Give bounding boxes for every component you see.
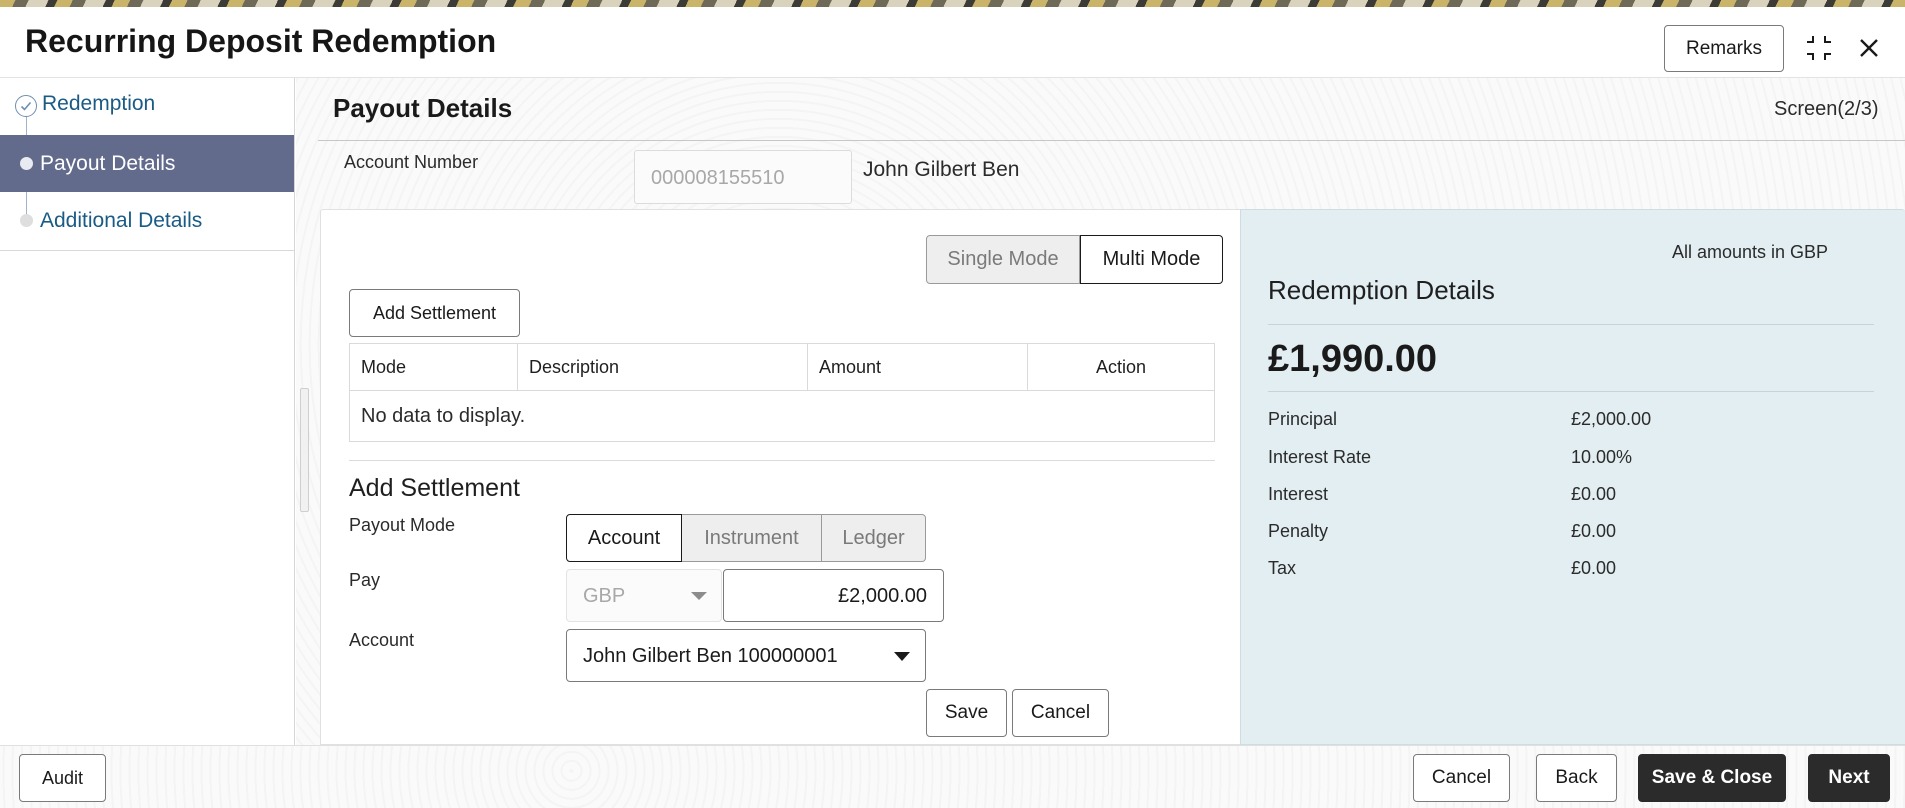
single-mode-option[interactable]: Single Mode <box>926 235 1080 284</box>
sidebar-divider <box>0 250 294 251</box>
interest-rate-label: Interest Rate <box>1268 447 1372 467</box>
table-empty-message: No data to display. <box>361 405 526 427</box>
redemption-details-title: Redemption Details <box>1268 275 1495 305</box>
account-number-field: 000008155510 <box>634 150 852 204</box>
payout-mode-instrument[interactable]: Instrument <box>682 514 822 562</box>
sidebar-step-additional-details[interactable]: Additional Details <box>0 192 294 249</box>
chevron-down-icon <box>894 652 910 661</box>
close-icon[interactable] <box>1852 31 1886 65</box>
penalty-value: £0.00 <box>1571 521 1617 541</box>
title-divider <box>318 140 1905 141</box>
account-select[interactable]: John Gilbert Ben 100000001 <box>566 629 926 682</box>
back-button[interactable]: Back <box>1536 754 1617 802</box>
currency-select[interactable]: GBP <box>566 569 722 622</box>
column-header-action: Action <box>1095 356 1147 377</box>
screen-indicator: Screen(2/3) <box>1774 98 1879 120</box>
pay-amount-input[interactable]: £2,000.00 <box>723 569 944 622</box>
sidebar-step-payout-details[interactable]: Payout Details <box>0 135 294 192</box>
redemption-total-amount: £1,990.00 <box>1268 338 1438 380</box>
chevron-down-icon <box>691 592 707 600</box>
table-header-row: Mode Description Amount Action <box>350 344 1214 391</box>
top-decorative-strip <box>0 0 1905 7</box>
currency-value: GBP <box>583 585 626 607</box>
save-and-close-button[interactable]: Save & Close <box>1638 754 1786 802</box>
interest-rate-value: 10.00% <box>1571 447 1633 467</box>
column-header-description[interactable]: Description <box>518 344 808 390</box>
settlement-mode-toggle: Single Mode Multi Mode <box>926 235 1223 284</box>
payout-mode-toggle: Account Instrument Ledger <box>566 514 926 562</box>
column-header-amount[interactable]: Amount <box>808 344 1028 390</box>
check-circle-icon <box>15 95 37 117</box>
panel-divider <box>1268 324 1874 325</box>
sidebar-resize-handle[interactable] <box>300 388 309 512</box>
interest-value: £0.00 <box>1571 484 1617 504</box>
expand-icon[interactable] <box>1802 31 1836 65</box>
tax-label: Tax <box>1268 558 1297 578</box>
sidebar-step-label: Payout Details <box>40 151 176 175</box>
payout-mode-account[interactable]: Account <box>566 514 682 562</box>
sidebar-step-label: Additional Details <box>40 208 203 232</box>
payout-mode-label: Payout Mode <box>349 515 456 535</box>
step-pending-dot-icon <box>20 214 33 227</box>
window-header: Recurring Deposit Redemption Remarks <box>0 7 1905 78</box>
tax-value: £0.00 <box>1571 558 1617 578</box>
account-label: Account <box>349 630 415 650</box>
pay-label: Pay <box>349 570 381 590</box>
audit-button[interactable]: Audit <box>19 754 106 802</box>
add-settlement-button[interactable]: Add Settlement <box>349 289 520 337</box>
sidebar-step-redemption[interactable]: Redemption <box>0 78 294 135</box>
principal-label: Principal <box>1268 409 1338 429</box>
footer-bar <box>0 745 1905 808</box>
window-title: Recurring Deposit Redemption <box>25 23 497 59</box>
settlement-table: Mode Description Amount Action No data t… <box>349 343 1215 442</box>
account-holder-name: John Gilbert Ben <box>863 158 1020 181</box>
currency-note: All amounts in GBP <box>1672 242 1829 262</box>
account-select-value: John Gilbert Ben 100000001 <box>583 645 838 667</box>
next-button[interactable]: Next <box>1808 754 1890 802</box>
multi-mode-option[interactable]: Multi Mode <box>1080 235 1223 284</box>
penalty-label: Penalty <box>1268 521 1329 541</box>
payout-mode-ledger[interactable]: Ledger <box>822 514 926 562</box>
account-number-label: Account Number <box>344 152 479 172</box>
cancel-button[interactable]: Cancel <box>1413 754 1510 802</box>
column-header-mode[interactable]: Mode <box>350 344 518 390</box>
settlement-save-button[interactable]: Save <box>926 689 1007 737</box>
add-settlement-form-title: Add Settlement <box>349 474 520 502</box>
settlement-cancel-button[interactable]: Cancel <box>1012 689 1109 737</box>
sidebar-step-label: Redemption <box>42 92 156 115</box>
remarks-button[interactable]: Remarks <box>1664 25 1784 72</box>
principal-value: £2,000.00 <box>1571 409 1652 429</box>
step-active-dot-icon <box>20 157 33 170</box>
form-divider <box>349 460 1215 461</box>
panel-divider <box>1268 391 1874 392</box>
interest-label: Interest <box>1268 484 1329 504</box>
page-title: Payout Details <box>333 93 513 123</box>
